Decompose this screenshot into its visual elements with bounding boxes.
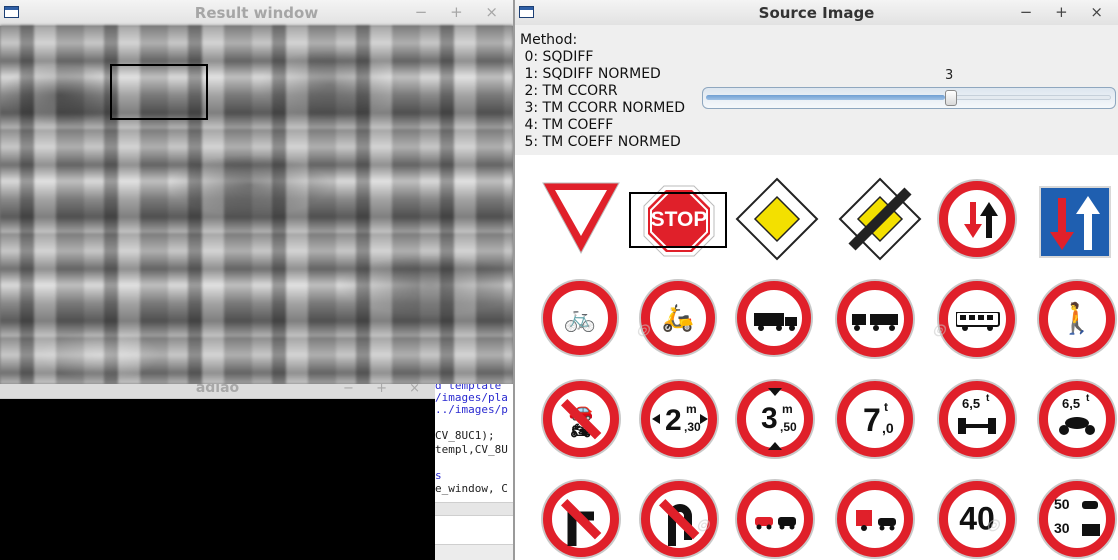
no-buses-sign (939, 281, 1015, 357)
trackbar-value: 3 (945, 68, 954, 83)
code-line: templ,CV_8U (435, 443, 508, 456)
weight-limit-decimal: ,0 (882, 420, 894, 436)
method-label: Method: (520, 32, 578, 48)
source-image: STOP 🚲 🛵 🚶 ⊚ ⊚ 🚗 🏍 2 m ,30 3 m ,50 7 t ,… (515, 155, 1118, 560)
method-trackbar[interactable] (702, 87, 1116, 109)
width-limit-sign: 2 m ,30 (641, 381, 717, 457)
window-controls[interactable]: − + × (1020, 3, 1112, 21)
vehicle-axle-weight-limit-sign: 6,5 t (1039, 381, 1115, 457)
pedestrian-icon: 🚶 (1058, 302, 1096, 336)
source-window: Source Image − + × Method: 0: SQDIFF 1: … (513, 0, 1118, 560)
bus-icon (956, 312, 1000, 331)
weight-limit-sign: 7 t ,0 (837, 381, 913, 457)
yield-sign (542, 182, 620, 255)
width-arrows-icon (652, 414, 708, 424)
watermark-depositphotos: ⊚ (695, 515, 711, 535)
give-way-oncoming-sign (939, 181, 1015, 257)
truck-icon (754, 313, 797, 331)
no-trailers-sign (837, 281, 913, 357)
match-location-box (110, 64, 208, 120)
two-cars-icon (755, 517, 796, 530)
axle-icon (958, 418, 996, 434)
priority-road-sign (735, 177, 819, 261)
method-option: 4: TM COEFF (520, 117, 614, 133)
detected-match-box (629, 192, 727, 248)
arrow-up-black-icon (980, 202, 998, 238)
method-legend: Method: 0: SQDIFF 1: SQDIFF NORMED 2: TM… (520, 32, 685, 151)
watermark-depositphotos: ⊚ (931, 320, 947, 340)
no-trucks-sign (737, 281, 811, 355)
method-option: 2: TM CCORR (520, 83, 618, 99)
terminal-window: adiao − + × (0, 384, 435, 560)
priority-over-oncoming-sign (1039, 186, 1111, 258)
atv-icon (1059, 417, 1095, 435)
arrow-down-red-icon (1050, 198, 1074, 250)
trackbar-fill (706, 95, 945, 100)
weight-limit-unit: t (884, 400, 888, 414)
height-limit-sign: 3 m ,50 (737, 381, 813, 457)
axle-load-unit: t (1086, 393, 1090, 404)
moped-icon: 🛵 (661, 302, 695, 333)
height-limit-unit: m (782, 402, 793, 416)
method-option: 0: SQDIFF (520, 49, 594, 65)
no-pedestrians-sign: 🚶 (1039, 281, 1115, 357)
axle-load-unit: t (986, 393, 990, 404)
code-line: ../images/p (435, 403, 508, 416)
method-option: 3: TM CCORR NORMED (520, 100, 686, 116)
speed-limit-bottom: 30 (1054, 520, 1070, 536)
no-left-turn-sign (543, 481, 619, 557)
axle-load-value: 6,5 (1062, 396, 1081, 411)
height-limit-number: 3 (761, 402, 778, 435)
trackbar-groove (955, 95, 1111, 100)
result-window: Result window − + × (0, 0, 513, 384)
truck-and-car-icon (856, 510, 896, 531)
axle-load-value: 6,5 (962, 396, 981, 411)
terminal-controls[interactable]: − + × (343, 384, 429, 396)
editor-scrollbar[interactable] (435, 502, 513, 516)
speed-limit-sign: 40 (939, 481, 1015, 557)
no-overtaking-trucks-sign (837, 481, 913, 557)
axle-load-limit-sign: 6,5 t (939, 381, 1015, 457)
method-option: 5: TM COEFF NORMED (520, 134, 681, 150)
code-line: e_window, C (435, 482, 508, 495)
method-option: 1: SQDIFF NORMED (520, 66, 661, 82)
arrow-up-white-icon (1076, 196, 1100, 250)
result-window-titlebar[interactable]: Result window − + × (0, 0, 513, 26)
terminal-titlebar[interactable]: adiao − + × (0, 384, 435, 399)
weight-limit-number: 7 (863, 402, 881, 438)
bicycle-icon: 🚲 (563, 302, 597, 333)
vehicle-icons (1082, 501, 1100, 536)
code-line: CV_8UC1); (435, 429, 495, 442)
vehicle-speed-limits-sign: 50 30 (1039, 481, 1115, 557)
trackbar-thumb[interactable] (945, 90, 957, 106)
source-window-titlebar[interactable]: Source Image − + × (515, 0, 1118, 26)
no-motor-vehicles-sign: 🚗 🏍 (543, 381, 619, 457)
end-of-priority-road-sign (838, 177, 922, 261)
no-mopeds-sign: 🛵 (641, 281, 715, 355)
no-overtaking-sign (737, 481, 813, 557)
trackbar-panel: Method: 0: SQDIFF 1: SQDIFF NORMED 2: TM… (515, 25, 1118, 155)
code-line: s (435, 469, 442, 482)
editor-statusbar (435, 544, 513, 560)
speed-limit-top: 50 (1054, 496, 1070, 512)
height-limit-decimal: ,50 (780, 420, 797, 434)
no-bicycles-sign: 🚲 (543, 281, 617, 355)
window-controls[interactable]: − + × (415, 3, 507, 21)
code-editor[interactable]: d template /images/pla ../images/p CV_8U… (435, 384, 513, 560)
truck-trailer-icon (852, 314, 898, 331)
watermark-depositphotos: ⊚ (985, 515, 1001, 535)
watermark-depositphotos: ⊚ (635, 320, 651, 340)
result-heatmap-shading (0, 25, 513, 384)
